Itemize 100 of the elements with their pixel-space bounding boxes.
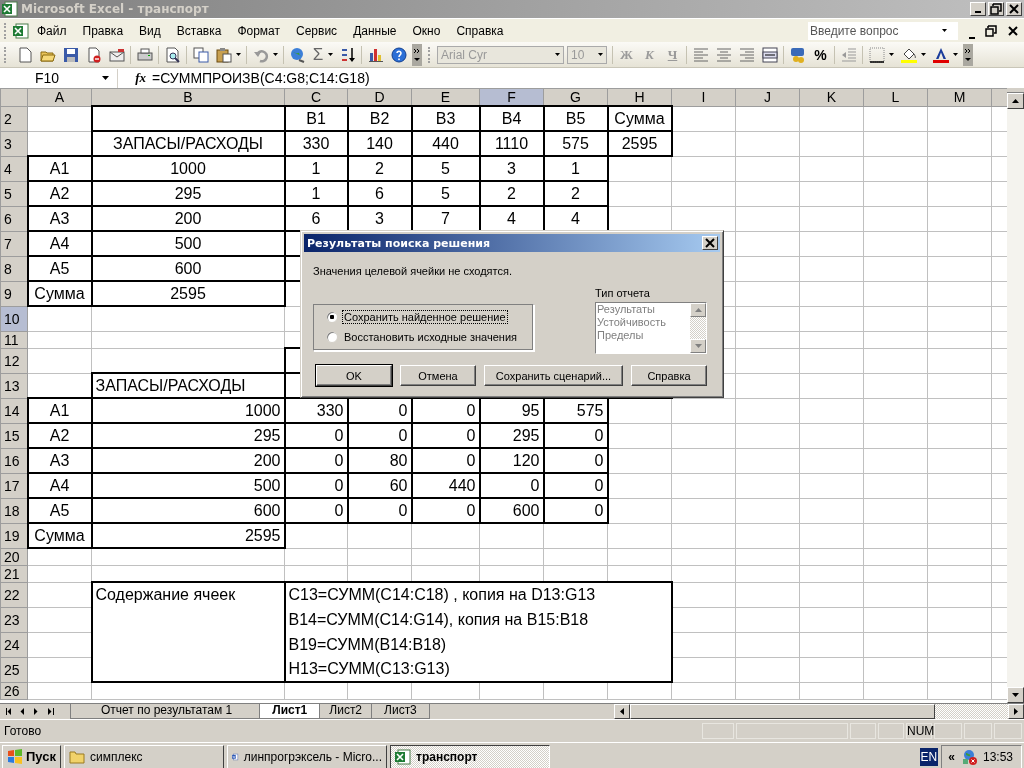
last-sheet-icon[interactable] bbox=[48, 708, 54, 715]
row-header[interactable]: 12 bbox=[0, 348, 28, 373]
sheet-tab[interactable]: Лист1 bbox=[259, 704, 321, 719]
minimize-button[interactable] bbox=[970, 2, 986, 16]
formula-field[interactable]: =СУММПРОИЗВ(C4:G8;C14:G18) bbox=[152, 70, 1024, 86]
insert-function-button[interactable]: fx bbox=[118, 70, 152, 86]
row-header[interactable]: 16 bbox=[0, 448, 28, 473]
row-header[interactable]: 4 bbox=[0, 156, 28, 181]
column-header[interactable]: G bbox=[543, 88, 608, 106]
status-indicator: NUM bbox=[906, 723, 932, 739]
column-header[interactable]: L bbox=[863, 88, 928, 106]
row-header[interactable]: 22 bbox=[0, 582, 28, 607]
column-header[interactable]: C bbox=[284, 88, 348, 106]
dropdown-arrow-icon[interactable] bbox=[889, 53, 894, 56]
row-header[interactable]: 24 bbox=[0, 632, 28, 657]
table-cell: 500 bbox=[91, 231, 285, 256]
row-header[interactable]: 8 bbox=[0, 256, 28, 281]
column-header[interactable]: A bbox=[27, 88, 92, 106]
menu-item[interactable]: Вставка bbox=[168, 21, 230, 40]
dropdown-arrow-icon[interactable] bbox=[273, 53, 278, 56]
table-cell: 2595 bbox=[91, 281, 285, 306]
scroll-left-icon bbox=[620, 708, 624, 715]
option-label[interactable]: Сохранить найденное решение bbox=[342, 310, 508, 324]
option-label[interactable]: Восстановить исходные значения bbox=[342, 330, 519, 344]
menu-item[interactable]: Данные bbox=[345, 21, 405, 40]
row-header[interactable]: 17 bbox=[0, 473, 28, 498]
status-panel bbox=[702, 723, 734, 739]
excel-icon[interactable] bbox=[13, 22, 29, 39]
align-left-icon bbox=[692, 46, 709, 63]
row-header[interactable]: 23 bbox=[0, 607, 28, 632]
menu-item[interactable]: Файл bbox=[29, 21, 75, 40]
row-header[interactable]: 6 bbox=[0, 206, 28, 231]
dropdown-arrow-icon[interactable] bbox=[236, 53, 241, 56]
dialog-button[interactable]: Отмена bbox=[400, 365, 476, 386]
column-header[interactable]: I bbox=[671, 88, 736, 106]
row-header[interactable]: 10 bbox=[0, 306, 28, 331]
table-cell: 600 bbox=[91, 256, 285, 281]
restore-button[interactable] bbox=[988, 2, 1004, 16]
dropdown-arrow-icon bbox=[942, 29, 947, 32]
question-field[interactable]: Введите вопрос bbox=[808, 21, 958, 40]
vertical-scrollbar[interactable] bbox=[1007, 88, 1024, 703]
taskbar-button[interactable]: линпрогрэксель - Micro... bbox=[227, 744, 387, 768]
language-indicator[interactable]: EN bbox=[919, 747, 939, 766]
row-header[interactable]: 13 bbox=[0, 373, 28, 398]
column-header[interactable]: M bbox=[927, 88, 992, 106]
dropdown-arrow-icon[interactable] bbox=[921, 53, 926, 56]
dropdown-arrow-icon[interactable] bbox=[328, 53, 333, 56]
column-header[interactable]: J bbox=[735, 88, 800, 106]
taskbar-button[interactable]: транспорт bbox=[390, 744, 550, 768]
row-header[interactable]: 9 bbox=[0, 281, 28, 306]
previous-sheet-icon[interactable] bbox=[20, 708, 26, 715]
row-header[interactable]: 25 bbox=[0, 657, 28, 682]
close-button[interactable] bbox=[1006, 2, 1022, 16]
radio-button[interactable] bbox=[326, 331, 338, 343]
row-header[interactable]: 15 bbox=[0, 423, 28, 448]
dialog-button[interactable]: Сохранить сценарий... bbox=[484, 365, 623, 386]
autosum-button[interactable]: Σ bbox=[309, 43, 327, 66]
column-header[interactable]: B bbox=[91, 88, 285, 106]
toolbar-options-icon[interactable] bbox=[963, 43, 973, 66]
menu-item[interactable]: Окно bbox=[404, 21, 449, 40]
start-button[interactable]: Пуск bbox=[2, 744, 61, 768]
table-cell: 200 bbox=[91, 448, 285, 473]
dialog-button[interactable]: OK bbox=[316, 365, 392, 386]
split-box[interactable] bbox=[1007, 88, 1024, 93]
dialog-button[interactable]: Справка bbox=[631, 365, 707, 386]
horizontal-scrollbar[interactable] bbox=[614, 704, 1024, 719]
close-button[interactable] bbox=[702, 236, 718, 250]
row-header[interactable]: 19 bbox=[0, 523, 28, 548]
menu-item[interactable]: Сервис bbox=[288, 21, 346, 40]
row-header[interactable]: 18 bbox=[0, 498, 28, 523]
taskbar-button[interactable]: симплекс bbox=[64, 744, 224, 768]
sheet-tab[interactable]: Лист3 bbox=[371, 704, 430, 719]
menu-item[interactable]: Вид bbox=[131, 21, 169, 40]
close-icon[interactable] bbox=[1007, 24, 1019, 37]
column-header[interactable]: D bbox=[347, 88, 412, 106]
restore-icon[interactable] bbox=[985, 24, 997, 37]
toolbar-options-icon[interactable] bbox=[412, 43, 422, 66]
column-header[interactable]: K bbox=[799, 88, 864, 106]
row-header[interactable]: 3 bbox=[0, 131, 28, 156]
row-header[interactable]: 5 bbox=[0, 181, 28, 206]
first-sheet-icon[interactable] bbox=[6, 708, 12, 715]
menu-item[interactable]: Формат bbox=[229, 21, 289, 40]
show-hidden-icons-button[interactable]: « bbox=[948, 749, 955, 764]
column-header[interactable]: H bbox=[607, 88, 672, 106]
table-cell: 200 bbox=[91, 206, 285, 231]
hyperlink-icon bbox=[289, 46, 306, 63]
network-icon[interactable] bbox=[960, 748, 977, 765]
radio-button[interactable] bbox=[326, 311, 338, 323]
menu-item[interactable]: Правка bbox=[74, 21, 132, 40]
next-sheet-icon[interactable] bbox=[34, 708, 40, 715]
column-header[interactable]: E bbox=[411, 88, 480, 106]
column-header[interactable]: F bbox=[479, 88, 544, 106]
dropdown-arrow-icon[interactable] bbox=[953, 53, 958, 56]
table-cell: B1 bbox=[284, 106, 348, 131]
window-title: Microsoft Excel - транспорт bbox=[21, 2, 210, 16]
row-header[interactable]: 2 bbox=[0, 106, 28, 131]
row-header[interactable]: 7 bbox=[0, 231, 28, 256]
row-header[interactable]: 14 bbox=[0, 398, 28, 423]
menu-item[interactable]: Справка bbox=[448, 21, 512, 40]
font-color-icon bbox=[932, 46, 949, 63]
